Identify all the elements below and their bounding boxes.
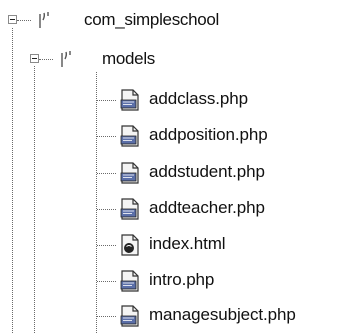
tree-branch-line bbox=[97, 173, 116, 174]
file-label[interactable]: intro.php bbox=[149, 270, 214, 290]
tree-branch-line bbox=[97, 100, 116, 101]
file-label[interactable]: addposition.php bbox=[149, 125, 268, 145]
html-file-icon bbox=[119, 234, 140, 256]
tree-branch-line bbox=[39, 59, 53, 60]
tree-branch-line bbox=[97, 209, 116, 210]
php-file-icon bbox=[119, 162, 140, 184]
tree-branch-line bbox=[97, 281, 116, 282]
tree-branch-line bbox=[97, 245, 116, 246]
tree-branch-line bbox=[97, 316, 116, 317]
php-file-icon bbox=[119, 125, 140, 147]
tree-guide-line bbox=[34, 66, 35, 333]
tree-branch-line bbox=[97, 136, 116, 137]
file-label[interactable]: managesubject.php bbox=[149, 305, 296, 325]
file-label[interactable]: addstudent.php bbox=[149, 162, 265, 182]
tree-guide-line bbox=[96, 72, 97, 333]
folder-icon bbox=[36, 10, 52, 28]
file-label[interactable]: index.html bbox=[149, 234, 226, 254]
tree-branch-line bbox=[17, 20, 31, 21]
php-file-icon bbox=[119, 89, 140, 111]
file-label[interactable]: addclass.php bbox=[149, 89, 248, 109]
file-label[interactable]: addteacher.php bbox=[149, 198, 265, 218]
folder-icon bbox=[58, 49, 74, 67]
php-file-icon bbox=[119, 198, 140, 220]
php-file-icon bbox=[119, 270, 140, 292]
tree-guide-line bbox=[12, 28, 13, 333]
folder-label-root[interactable]: com_simpleschool bbox=[84, 10, 219, 30]
collapse-toggle-models[interactable] bbox=[30, 54, 39, 63]
collapse-toggle-root[interactable] bbox=[8, 15, 17, 24]
folder-label-models[interactable]: models bbox=[102, 49, 155, 69]
file-tree: com_simpleschool models addclass.php add… bbox=[0, 0, 356, 333]
php-file-icon bbox=[119, 305, 140, 327]
